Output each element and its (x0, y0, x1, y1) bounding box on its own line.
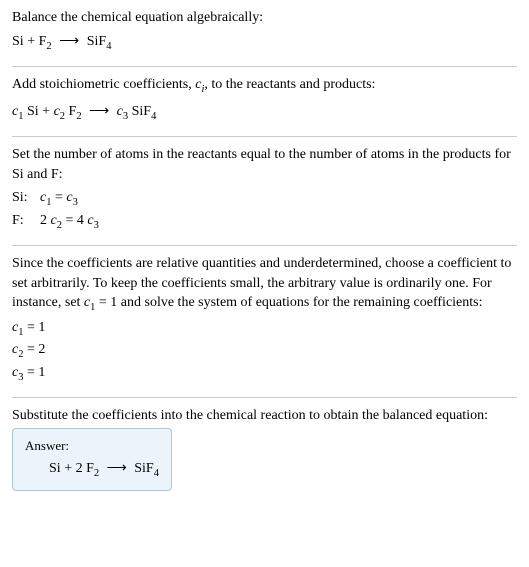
step4-text2: = 1 and solve the system of equations fo… (95, 295, 482, 310)
c3-sub: 3 (73, 197, 78, 208)
val: = 2 (23, 342, 45, 357)
plus: + (61, 461, 76, 476)
c2-line: c2 = 2 (12, 340, 517, 362)
c1-line: c1 = 1 (12, 318, 517, 340)
si-row: Si: c1 = c3 (12, 188, 517, 210)
step-substitute: Substitute the coefficients into the che… (12, 406, 517, 494)
c3-line: c3 = 1 (12, 363, 517, 385)
step2-text1: Add stoichiometric coefficients, (12, 77, 195, 92)
step3-text: Set the number of atoms in the reactants… (12, 145, 517, 184)
step4-text: Since the coefficients are relative quan… (12, 254, 517, 316)
step2-text2: , to the reactants and products: (204, 77, 375, 92)
step-solve: Since the coefficients are relative quan… (12, 254, 517, 398)
eq: = 4 (62, 213, 87, 228)
f: F (86, 461, 94, 476)
sif-sub: 4 (106, 40, 111, 51)
answer-box: Answer: Si + 2 F2 ⟶ SiF4 (12, 428, 172, 491)
arrow-icon: ⟶ (85, 104, 113, 119)
f-sub: 2 (94, 468, 99, 479)
plus: + (24, 34, 39, 49)
val: = 1 (23, 320, 45, 335)
step5-text: Substitute the coefficients into the che… (12, 406, 517, 426)
sif-sub: 4 (151, 110, 156, 121)
step2-text: Add stoichiometric coefficients, ci, to … (12, 75, 517, 97)
step-balance: Balance the chemical equation algebraica… (12, 8, 517, 67)
f-equation: 2 c2 = 4 c3 (40, 211, 99, 233)
sif: SiF (134, 461, 153, 476)
f-sub: 2 (46, 40, 51, 51)
f-sub: 2 (76, 110, 81, 121)
two: 2 (76, 461, 87, 476)
step-stoichiometric: Add stoichiometric coefficients, ci, to … (12, 75, 517, 137)
answer-equation: Si + 2 F2 ⟶ SiF4 (25, 459, 159, 481)
reactant-si: Si (12, 34, 24, 49)
step1-text: Balance the chemical equation algebraica… (12, 8, 517, 28)
si: Si (49, 461, 61, 476)
f-label: F: (12, 211, 40, 233)
coefficient-list: c1 = 1 c2 = 2 c3 = 1 (12, 318, 517, 385)
sif: SiF (132, 104, 151, 119)
step2-equation: c1 Si + c2 F2 ⟶ c3 SiF4 (12, 102, 517, 124)
si-label: Si: (12, 188, 40, 210)
two: 2 (40, 213, 51, 228)
arrow-icon: ⟶ (103, 461, 131, 476)
sif-sub: 4 (154, 468, 159, 479)
arrow-icon: ⟶ (55, 34, 83, 49)
si-equation: c1 = c3 (40, 188, 78, 210)
f-row: F: 2 c2 = 4 c3 (12, 211, 517, 233)
step1-equation: Si + F2 ⟶ SiF4 (12, 32, 517, 54)
c3-sub: 3 (94, 220, 99, 231)
step-atoms: Set the number of atoms in the reactants… (12, 145, 517, 246)
plus: + (39, 104, 54, 119)
atom-equations: Si: c1 = c3 F: 2 c2 = 4 c3 (12, 188, 517, 233)
val: = 1 (23, 365, 45, 380)
eq: = (51, 190, 66, 205)
product-sif: SiF (87, 34, 106, 49)
answer-label: Answer: (25, 437, 159, 455)
si: Si (27, 104, 39, 119)
